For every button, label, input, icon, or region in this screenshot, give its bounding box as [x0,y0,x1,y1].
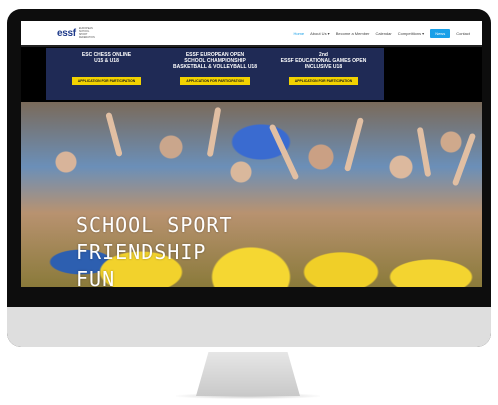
raised-arm [268,123,300,181]
hero-line: FRIENDSHIP [76,240,207,264]
event-title: ESSF EUROPEAN OPEN SCHOOL CHAMPIONSHIP B… [173,52,257,70]
application-button[interactable]: APPLICATION FOR PARTICIPATION [288,77,359,85]
event-championship: ESSF EUROPEAN OPEN SCHOOL CHAMPIONSHIP B… [163,48,268,100]
monitor-stand [196,352,300,396]
event-educational-games: 2nd ESSF EDUCATIONAL GAMES OPEN INCLUSIV… [271,48,376,100]
raised-arm [416,126,432,178]
events-banner: ESC CHESS ONLINE U15 & U18 APPLICATION F… [46,48,384,100]
raised-arm [105,111,123,158]
nav-become-member[interactable]: Become a Member [336,31,370,36]
hero-line: SCHOOL SPORT [76,213,233,237]
nav-about-us[interactable]: About Us ▾ [310,31,330,36]
event-chess: ESC CHESS ONLINE U15 & U18 APPLICATION F… [54,48,159,100]
nav-competitions[interactable]: Competitions ▾ [398,31,424,36]
nav-contact[interactable]: Contact [456,31,470,36]
nav-news-button[interactable]: News [430,28,451,38]
nav-calendar[interactable]: Calendar [375,31,391,36]
stand-shadow [176,393,320,399]
nav-home[interactable]: Home [293,31,304,36]
nav-divider [21,45,482,47]
application-button[interactable]: APPLICATION FOR PARTICIPATION [71,77,142,85]
hero-photo: SCHOOL SPORT FRIENDSHIP FUN [21,102,482,287]
hero-slogan: SCHOOL SPORT FRIENDSHIP FUN [76,212,233,287]
top-navbar: essf EUROPEAN SCHOOL SPORT FEDERATION Ho… [21,21,482,45]
main-menu: Home About Us ▾ Become a Member Calendar… [293,28,470,38]
essf-logo[interactable]: essf [57,28,76,39]
event-title: 2nd ESSF EDUCATIONAL GAMES OPEN INCLUSIV… [280,52,367,70]
raised-arm [343,117,365,172]
event-title: ESC CHESS ONLINE U15 & U18 [81,52,132,64]
raised-arm [451,132,477,187]
raised-arm [206,106,222,158]
monitor-chin [7,307,491,347]
website-screen: essf EUROPEAN SCHOOL SPORT FEDERATION Ho… [21,21,482,287]
application-button[interactable]: APPLICATION FOR PARTICIPATION [180,77,250,85]
hero-line: FUN [76,267,116,287]
logo-tagline: EUROPEAN SCHOOL SPORT FEDERATION [78,27,95,39]
